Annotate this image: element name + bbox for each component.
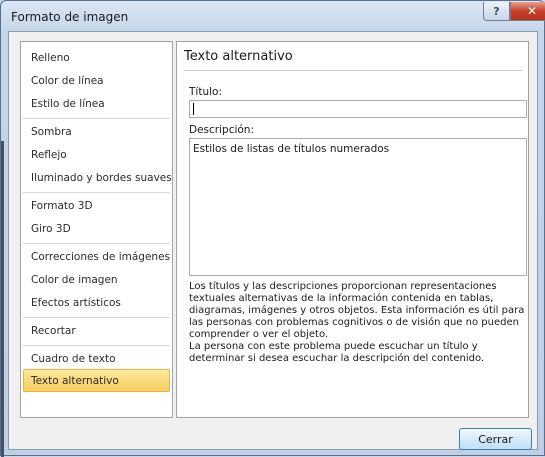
sidebar-item-relleno[interactable]: Relleno <box>23 46 170 69</box>
alt-text-panel: Texto alternativo Título: Descripción: E… <box>176 41 529 418</box>
sidebar-divider <box>23 345 170 346</box>
sidebar-divider <box>23 118 170 119</box>
description-value: Estilos de listas de títulos numerados <box>193 143 390 155</box>
sidebar-item-giro-3d[interactable]: Giro 3D <box>23 217 170 240</box>
help-paragraph-1: Los títulos y las descripciones proporci… <box>189 281 525 340</box>
sidebar-item-sombra[interactable]: Sombra <box>23 120 170 143</box>
sidebar-item-reflejo[interactable]: Reflejo <box>23 143 170 166</box>
sidebar-item-estilo-de-linea[interactable]: Estilo de línea <box>23 92 170 115</box>
sidebar-item-iluminado[interactable]: Iluminado y bordes suaves <box>23 166 172 189</box>
sidebar-divider <box>23 317 170 318</box>
description-textarea[interactable]: Estilos de listas de títulos numerados <box>189 138 527 276</box>
title-divider <box>184 70 522 71</box>
title-bar[interactable]: Formato de imagen ? ✕ <box>1 1 545 31</box>
sidebar-item-color-de-imagen[interactable]: Color de imagen <box>23 268 170 291</box>
close-icon: ✕ <box>526 4 538 18</box>
text-caret <box>193 103 194 115</box>
window-close-button[interactable]: ✕ <box>510 2 545 21</box>
sidebar-item-correcciones[interactable]: Correcciones de imágenes <box>23 245 170 268</box>
panel-title: Texto alternativo <box>184 49 293 64</box>
sidebar-divider <box>23 243 170 244</box>
sidebar-item-cuadro-de-texto[interactable]: Cuadro de texto <box>23 347 170 370</box>
sidebar-item-efectos-artisticos[interactable]: Efectos artísticos <box>23 291 170 314</box>
title-input[interactable] <box>189 100 527 118</box>
help-icon: ? <box>493 4 500 18</box>
sidebar-item-recortar[interactable]: Recortar <box>23 319 170 342</box>
sidebar-item-texto-alternativo[interactable]: Texto alternativo <box>23 369 170 392</box>
sidebar-item-color-de-linea[interactable]: Color de línea <box>23 69 170 92</box>
category-list: Relleno Color de línea Estilo de línea S… <box>20 41 173 418</box>
title-field-label: Título: <box>189 86 222 98</box>
dialog-window: Formato de imagen ? ✕ Relleno Color de l… <box>0 0 545 457</box>
cerrar-button[interactable]: Cerrar <box>459 428 532 450</box>
description-field-label: Descripción: <box>189 124 254 136</box>
sidebar-divider <box>23 192 170 193</box>
window-title: Formato de imagen <box>11 10 129 24</box>
window-frame-edge <box>1 141 4 457</box>
dialog-body: Relleno Color de línea Estilo de línea S… <box>8 31 538 450</box>
help-paragraph-2: La persona con este problema puede escuc… <box>189 341 485 364</box>
help-button[interactable]: ? <box>483 2 510 21</box>
sidebar-item-formato-3d[interactable]: Formato 3D <box>23 194 170 217</box>
